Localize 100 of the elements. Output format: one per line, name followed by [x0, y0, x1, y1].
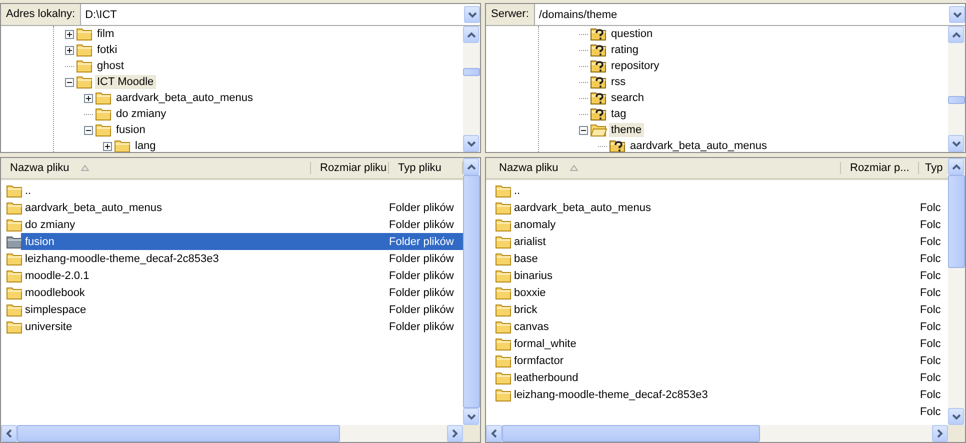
unknown-folder-icon	[590, 107, 607, 121]
scrollbar-thumb[interactable]	[463, 68, 480, 76]
scrollbar-thumb[interactable]	[948, 175, 965, 268]
tree-item[interactable]: ghost	[95, 59, 126, 73]
folder-icon	[6, 302, 23, 316]
scroll-up-button[interactable]	[463, 26, 479, 43]
file-name[interactable]: formal_white	[513, 336, 578, 350]
file-name[interactable]: base	[513, 252, 539, 266]
horizontal-scrollbar[interactable]	[1, 425, 480, 442]
tree-item[interactable]: aardvark_beta_auto_menus	[114, 91, 255, 105]
tree-item[interactable]: film	[95, 27, 116, 41]
file-name[interactable]: formfactor	[513, 354, 565, 368]
file-type: Folc	[920, 372, 941, 384]
chevron-down-icon	[952, 414, 960, 420]
file-name[interactable]: moodlebook	[24, 286, 86, 300]
tree-item[interactable]: rss	[609, 75, 628, 89]
collapse-icon[interactable]	[84, 126, 93, 134]
file-name[interactable]: arialist	[513, 234, 547, 248]
collapse-icon[interactable]	[579, 126, 588, 134]
scroll-up-button[interactable]	[463, 158, 479, 175]
tree-item[interactable]: do zmiany	[114, 107, 168, 121]
file-name[interactable]: boxxie	[513, 286, 547, 300]
scroll-right-button[interactable]	[932, 425, 948, 442]
file-name[interactable]: ..	[513, 184, 522, 198]
file-type: Folder plików	[389, 286, 454, 298]
tree-item[interactable]: lang	[133, 139, 158, 152]
folder-icon	[6, 268, 23, 282]
file-name[interactable]: anomaly	[513, 218, 557, 232]
horizontal-scrollbar[interactable]	[486, 425, 965, 442]
folder-icon	[495, 354, 512, 368]
unknown-folder-icon	[590, 27, 607, 41]
dropdown-button[interactable]	[949, 6, 965, 23]
chevron-up-icon	[952, 164, 960, 170]
dropdown-button[interactable]	[464, 6, 480, 23]
file-type: Folc	[920, 388, 941, 400]
file-name[interactable]: aardvark_beta_auto_menus	[513, 200, 652, 214]
tree-item[interactable]: aardvark_beta_auto_menus	[628, 139, 769, 152]
scroll-up-button[interactable]	[948, 26, 964, 43]
scroll-down-button[interactable]	[948, 135, 964, 152]
vertical-scrollbar[interactable]	[948, 26, 965, 152]
file-name[interactable]: do zmiany	[24, 218, 76, 232]
column-header[interactable]: Rozmiar p...	[841, 162, 919, 174]
expand-icon[interactable]	[65, 46, 74, 54]
scroll-left-button[interactable]	[486, 425, 502, 442]
file-name[interactable]: leizhang-moodle-theme_decaf-2c853e3	[513, 388, 709, 402]
file-name[interactable]: leatherbound	[513, 370, 580, 384]
file-name[interactable]: moodle-2.0.1	[24, 268, 90, 282]
scroll-left-button[interactable]	[1, 425, 17, 442]
file-name[interactable]: binarius	[513, 268, 554, 282]
chevron-up-icon	[466, 32, 476, 38]
vertical-scrollbar[interactable]	[948, 158, 965, 425]
folder-icon	[6, 286, 23, 300]
file-name[interactable]: leizhang-moodle-theme_decaf-2c853e3	[24, 252, 220, 266]
file-type: Folc	[920, 252, 941, 264]
folder-icon	[495, 336, 512, 350]
scrollbar-thumb[interactable]	[17, 425, 340, 442]
column-header[interactable]: Nazwa pliku	[1, 162, 311, 174]
unknown-folder-icon	[590, 91, 607, 105]
scrollbar-thumb[interactable]	[502, 425, 760, 442]
column-header[interactable]: Rozmiar pliku	[311, 162, 389, 174]
scroll-right-button[interactable]	[447, 425, 463, 442]
vertical-scrollbar[interactable]	[463, 26, 480, 152]
expand-icon[interactable]	[84, 94, 93, 102]
file-name[interactable]: brick	[513, 302, 538, 316]
file-name[interactable]: aardvark_beta_auto_menus	[24, 200, 163, 214]
folder-icon	[6, 184, 23, 198]
chevron-down-icon	[466, 414, 476, 420]
path-combobox[interactable]: D:\ICT	[81, 4, 480, 25]
chevron-right-icon	[937, 429, 943, 438]
tree-item[interactable]: fotki	[95, 43, 120, 57]
scroll-down-button[interactable]	[948, 408, 964, 425]
file-type: Folc	[920, 218, 941, 230]
scroll-up-button[interactable]	[948, 158, 964, 175]
scrollbar-thumb[interactable]	[948, 96, 965, 104]
folder-icon	[6, 320, 23, 334]
tree-item[interactable]: rating	[609, 43, 641, 57]
tree-item[interactable]: theme	[609, 123, 644, 137]
file-type: Folc	[920, 304, 941, 316]
file-type: Folc	[920, 202, 941, 214]
collapse-icon[interactable]	[65, 78, 74, 86]
chevron-up-icon	[466, 164, 476, 170]
expand-icon[interactable]	[103, 142, 112, 150]
file-name[interactable]: universite	[24, 320, 74, 334]
tree-item[interactable]: tag	[609, 107, 628, 121]
file-name[interactable]: simplespace	[24, 302, 88, 316]
tree-item[interactable]: ICT Moodle	[95, 75, 156, 89]
tree-item[interactable]: question	[609, 27, 655, 41]
folder-icon	[114, 139, 131, 152]
file-name[interactable]: ..	[24, 184, 32, 198]
tree-item[interactable]: search	[609, 91, 646, 105]
scroll-down-button[interactable]	[463, 408, 479, 425]
column-header[interactable]: Typ	[919, 162, 948, 174]
column-header[interactable]: Nazwa pliku	[486, 162, 841, 174]
tree-item[interactable]: fusion	[114, 123, 148, 137]
tree-item[interactable]: repository	[609, 59, 662, 73]
expand-icon[interactable]	[65, 30, 74, 38]
scroll-down-button[interactable]	[463, 135, 479, 152]
path-combobox[interactable]: /domains/theme	[534, 4, 965, 25]
file-name[interactable]: canvas	[513, 320, 550, 334]
file-name[interactable]: fusion	[24, 234, 56, 248]
